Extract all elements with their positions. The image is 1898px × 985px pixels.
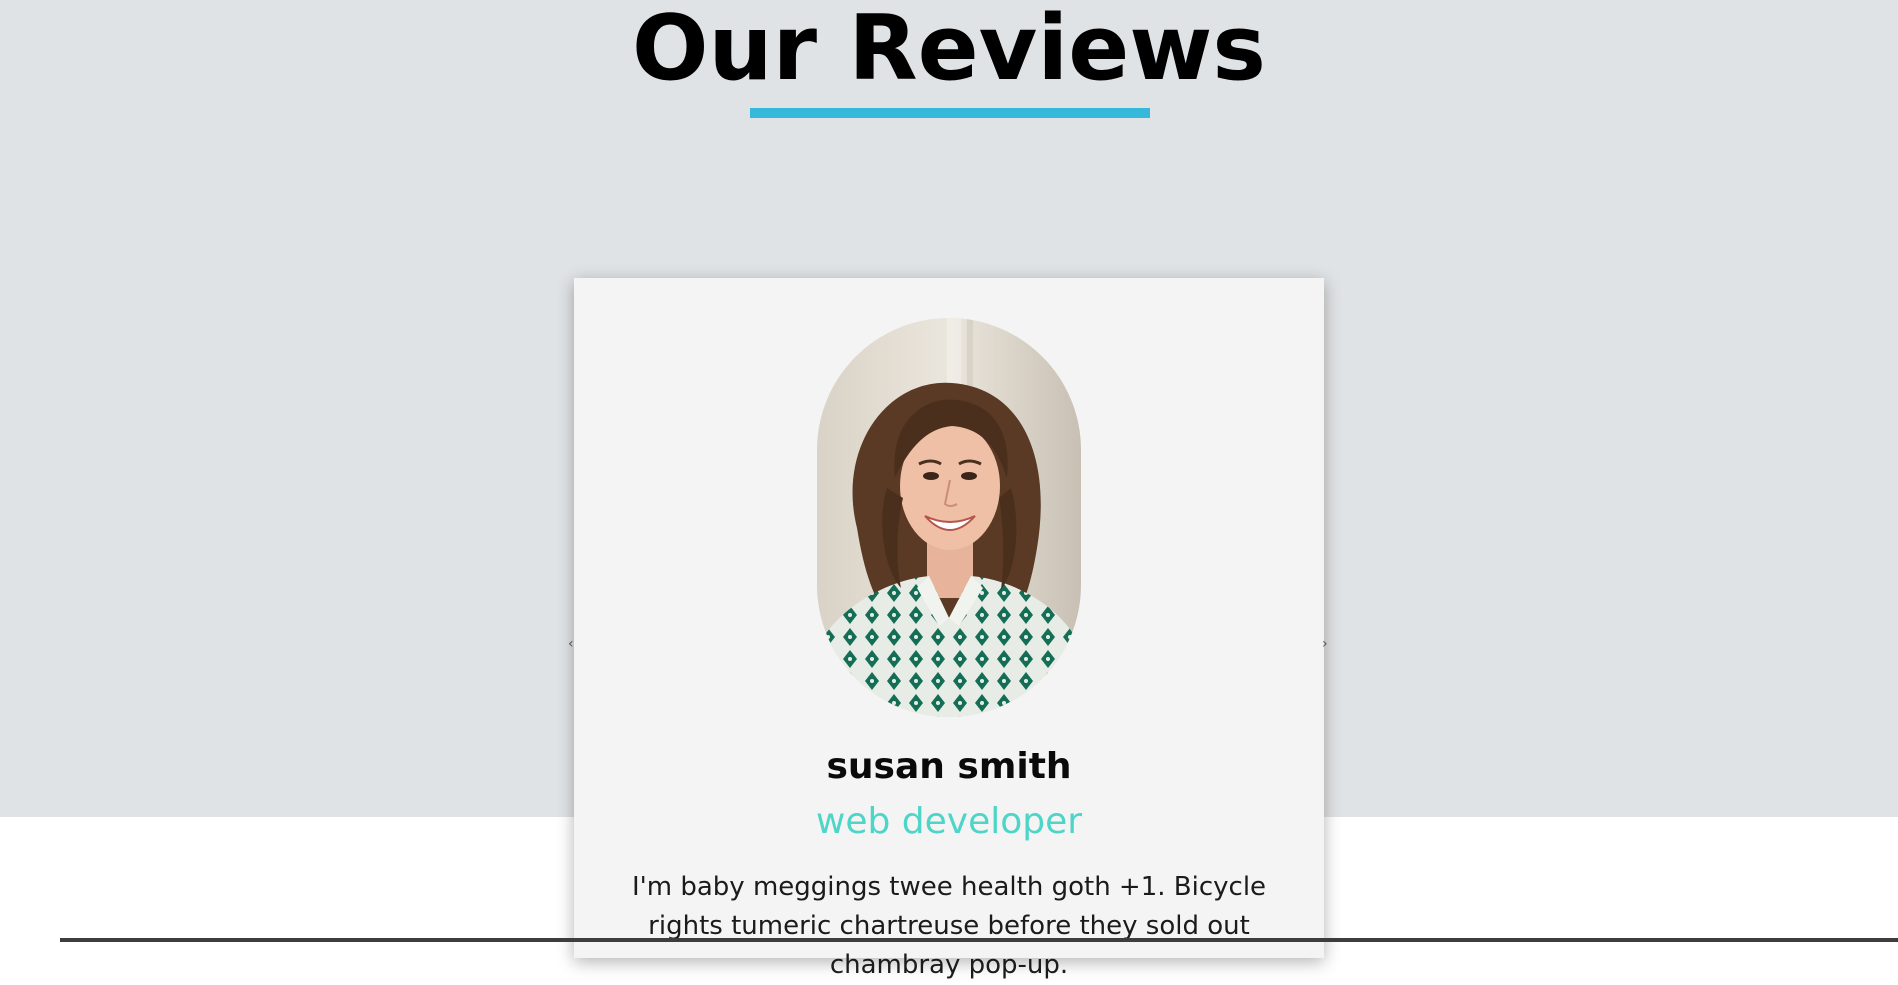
chevron-left-icon[interactable]: ‹	[568, 636, 574, 652]
avatar	[817, 318, 1081, 717]
person-photo	[817, 318, 1081, 717]
title-underline	[750, 108, 1150, 118]
review-text: I'm baby meggings twee health goth +1. B…	[631, 872, 1267, 980]
reviewer-job: web developer	[815, 801, 1083, 842]
page-title: Our Reviews	[632, 0, 1266, 101]
review-card: susan smith web developer I'm baby meggi…	[574, 278, 1324, 980]
reviewer-name: susan smith	[826, 746, 1072, 787]
horizontal-scrollbar[interactable]	[60, 938, 1898, 942]
chevron-right-icon[interactable]: ›	[1322, 636, 1328, 652]
